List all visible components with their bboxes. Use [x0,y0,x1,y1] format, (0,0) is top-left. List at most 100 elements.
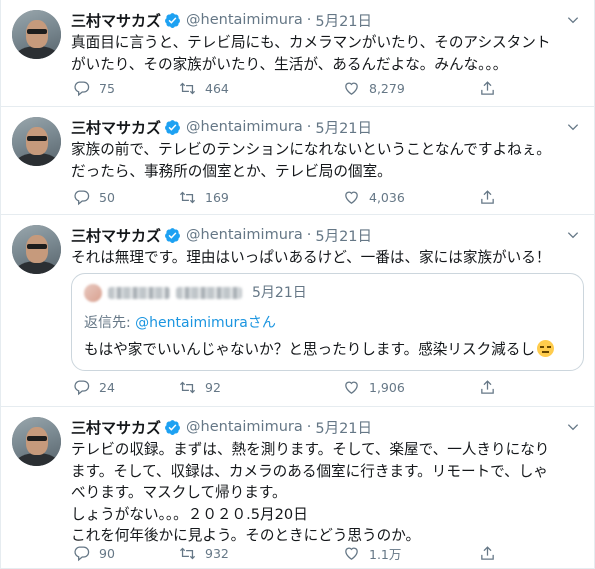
share-icon [481,80,494,95]
retweet-count: 92 [205,379,221,395]
like-button[interactable]: 4,036 [343,187,405,207]
author-handle[interactable]: @hentaimimura [186,419,303,435]
author-name[interactable]: 三村マサカズ [71,117,161,138]
avatar[interactable] [12,10,61,59]
share-icon [481,189,494,204]
expressionless-emoji-icon [536,340,554,357]
chevron-down-icon[interactable] [566,228,580,242]
reply-icon [74,379,90,395]
tweet[interactable]: 三村マサカズ @hentaimimura · 5月21日 真面目に言うと、テレビ… [1,0,594,107]
reply-button[interactable]: 24 [73,377,115,397]
tweet[interactable]: 三村マサカズ @hentaimimura · 5月21日 それは無理です。理由は… [1,215,594,407]
author-name[interactable]: 三村マサカズ [71,10,161,31]
like-button[interactable]: 1.1万 [343,543,401,563]
reply-icon [74,189,90,205]
tweet-text: 真面目に言うと、テレビ局にも、カメラマンがいたり、そのアシスタント がいたり、そ… [71,34,551,73]
like-count: 8,279 [369,80,405,96]
verified-badge-icon [165,119,180,135]
author-handle[interactable]: @hentaimimura [186,227,303,243]
avatar[interactable] [12,225,61,274]
quoted-text: もはや家でいいんじゃないか？と思ったりします。感染リスク減るし [84,338,554,359]
retweet-button[interactable]: 932 [179,543,229,563]
separator-dot: · [306,419,312,435]
tweet[interactable]: 三村マサカズ @hentaimimura · 5月21日 家族の前で、テレビのテ… [1,107,594,215]
chevron-down-icon[interactable] [566,120,580,134]
retweet-icon [179,82,196,94]
retweet-icon [179,191,196,203]
like-count: 1,906 [369,379,405,395]
tweet-header: 三村マサカズ @hentaimimura · 5月21日 [71,224,372,246]
separator-dot: · [306,227,312,243]
tweet-actions: 50 169 4,036 [71,187,511,207]
retweet-button[interactable]: 464 [179,78,229,98]
avatar[interactable] [12,117,61,166]
heart-icon [345,381,358,394]
quoted-date: 5月21日 [252,285,307,301]
heart-icon [345,191,358,204]
quoted-handle-blurred [176,287,242,299]
author-name[interactable]: 三村マサカズ [71,417,161,438]
share-button[interactable] [479,377,496,397]
tweet-date[interactable]: 5月21日 [315,117,372,138]
retweet-button[interactable]: 92 [179,377,221,397]
retweet-count: 169 [205,189,229,205]
retweet-count: 932 [205,545,229,561]
reply-to-prefix: 返信先: [84,315,136,331]
tweet[interactable]: 三村マサカズ @hentaimimura · 5月21日 テレビの収録。まずは、… [1,407,594,569]
verified-badge-icon [165,12,180,28]
share-button[interactable] [479,543,496,563]
chevron-down-icon[interactable] [566,420,580,434]
avatar[interactable] [12,417,61,466]
reply-count: 75 [99,80,115,96]
reply-icon [74,545,90,561]
heart-icon [345,82,358,95]
reply-button[interactable]: 75 [73,78,115,98]
author-handle[interactable]: @hentaimimura [186,119,303,135]
quoted-reply-to: 返信先: @hentaimimuraさん [84,312,276,332]
like-count: 1.1万 [369,546,402,562]
heart-icon [345,547,358,560]
reply-count: 90 [99,545,115,561]
quoted-avatar-blurred [84,284,102,302]
retweet-count: 464 [205,80,229,96]
tweet-header: 三村マサカズ @hentaimimura · 5月21日 [71,116,372,138]
tweet-date[interactable]: 5月21日 [315,10,372,31]
share-button[interactable] [479,187,496,207]
share-icon [481,379,494,394]
like-button[interactable]: 8,279 [343,78,405,98]
tweet-feed: 三村マサカズ @hentaimimura · 5月21日 真面目に言うと、テレビ… [0,0,595,569]
retweet-icon [179,547,196,559]
quoted-text-body: もはや家でいいんじゃないか？と思ったりします。感染リスク減るし [84,341,535,358]
share-button[interactable] [479,78,496,98]
like-button[interactable]: 1,906 [343,377,405,397]
reply-button[interactable]: 90 [73,543,115,563]
retweet-icon [179,381,196,393]
chevron-down-icon[interactable] [566,13,580,27]
tweet-text: 家族の前で、テレビのテンションになれないということなんですよねぇ。 だったら、事… [71,141,551,180]
like-count: 4,036 [369,189,405,205]
quoted-name-blurred [108,287,170,299]
reply-to-handle[interactable]: @hentaimimuraさん [135,315,276,331]
tweet-header: 三村マサカズ @hentaimimura · 5月21日 [71,9,372,31]
quoted-tweet[interactable]: 5月21日 返信先: @hentaimimuraさん もはや家でいいんじゃないか… [71,273,584,371]
verified-badge-icon [165,419,180,435]
tweet-date[interactable]: 5月21日 [315,225,372,246]
reply-count: 50 [99,189,115,205]
tweet-actions: 75 464 8,279 [71,78,511,98]
verified-badge-icon [165,227,180,243]
tweet-actions: 90 932 1.1万 [71,543,511,563]
author-handle[interactable]: @hentaimimura [186,12,303,28]
reply-icon [74,80,90,96]
separator-dot: · [306,119,312,135]
tweet-date[interactable]: 5月21日 [315,417,372,438]
tweet-header: 三村マサカズ @hentaimimura · 5月21日 [71,416,372,438]
tweet-actions: 24 92 1,906 [71,377,511,397]
reply-count: 24 [99,379,115,395]
share-icon [481,545,494,560]
tweet-text: それは無理です。理由はいっぱいあるけど、一番は、家には家族がいる！ [71,249,551,266]
retweet-button[interactable]: 169 [179,187,229,207]
separator-dot: · [306,12,312,28]
reply-button[interactable]: 50 [73,187,115,207]
author-name[interactable]: 三村マサカズ [71,225,161,246]
tweet-text: テレビの収録。まずは、熱を測ります。そして、楽屋で、一人きりになり ます。そして… [71,441,550,544]
